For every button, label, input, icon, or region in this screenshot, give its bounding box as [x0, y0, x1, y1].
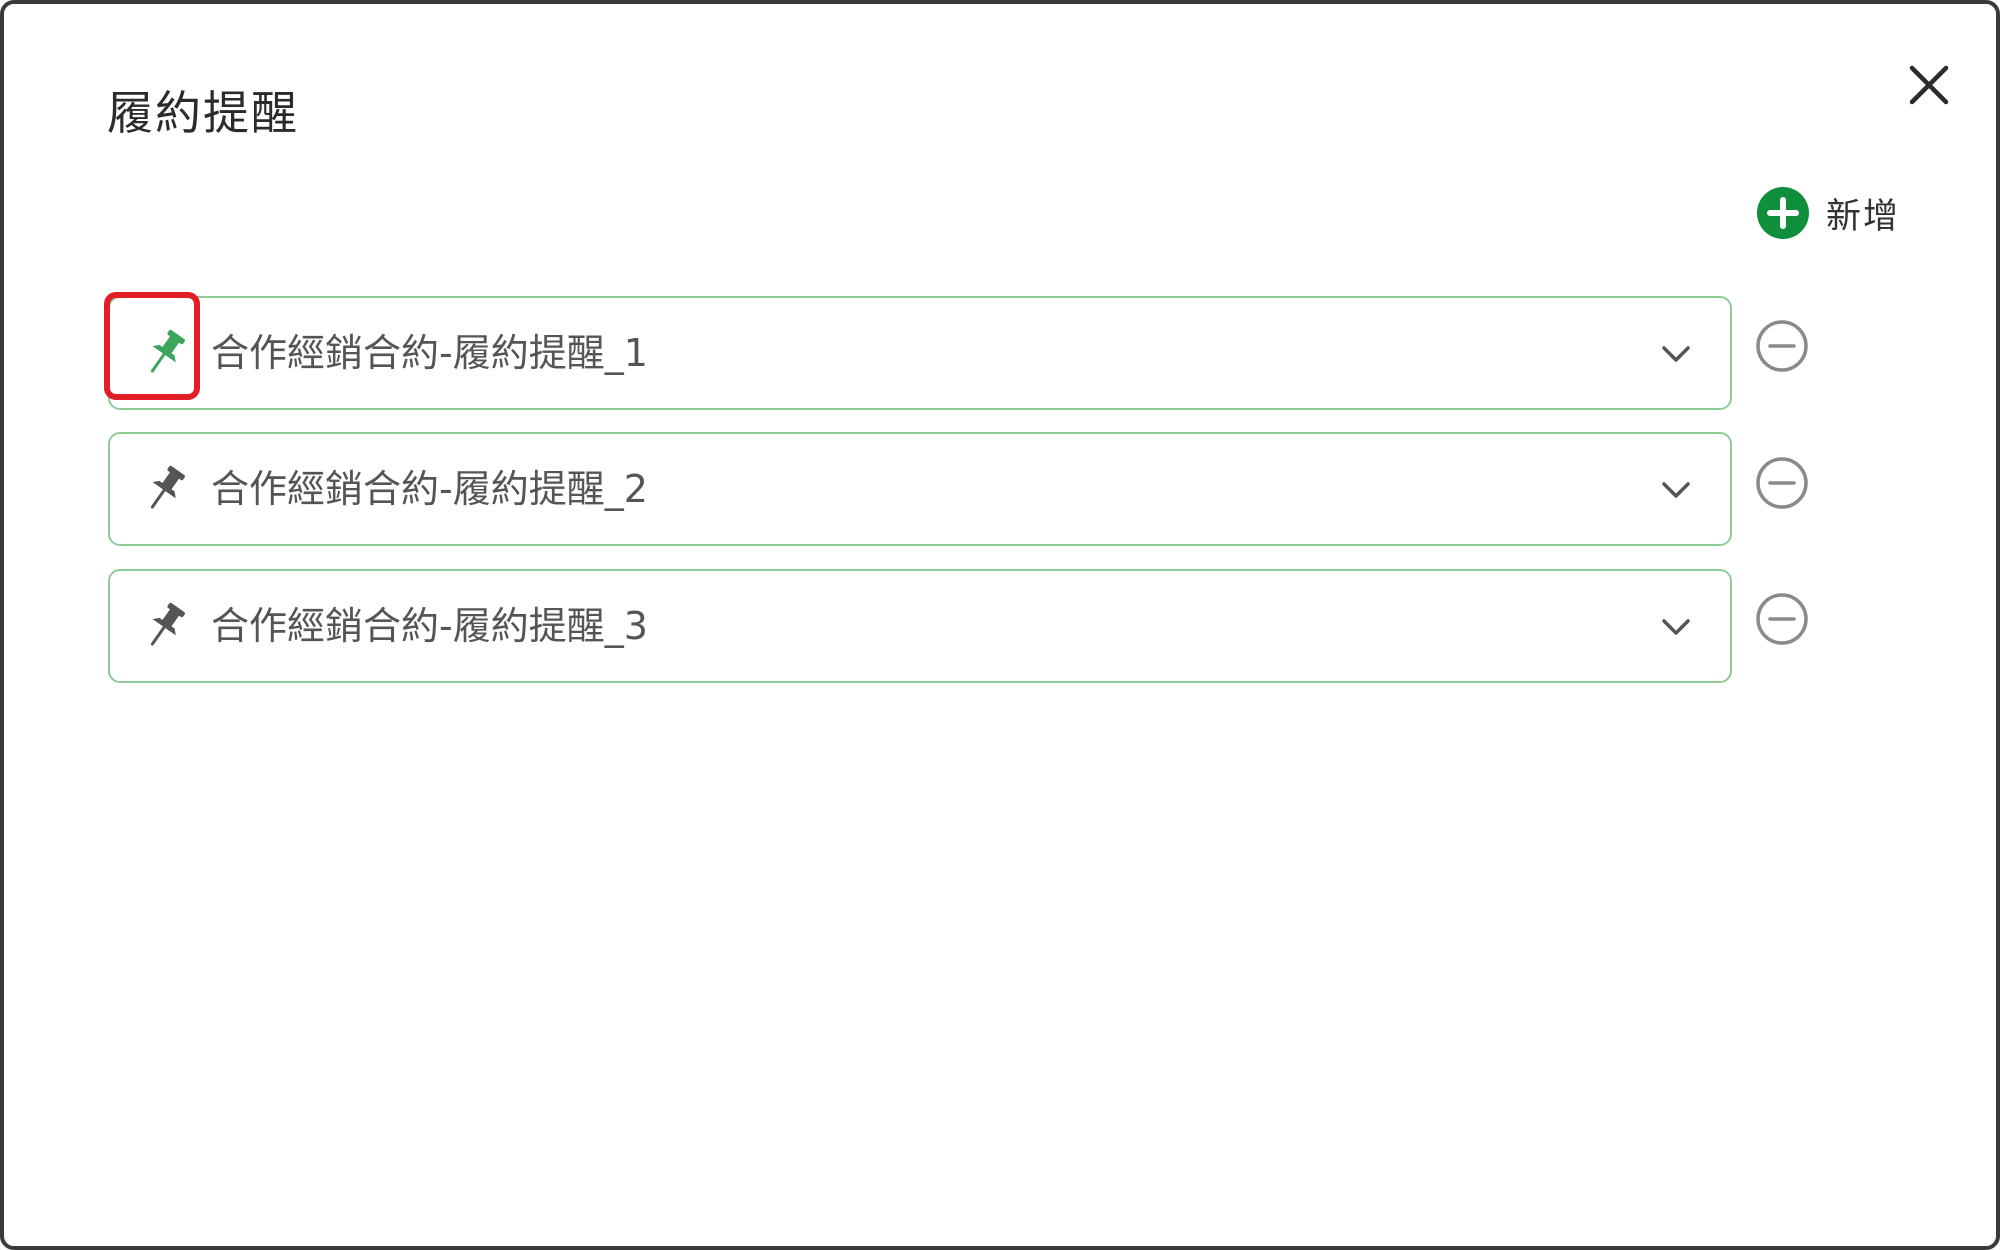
expand-button-3[interactable] — [1656, 607, 1696, 647]
expand-button-2[interactable] — [1656, 470, 1696, 510]
minus-circle-icon — [1756, 320, 1808, 372]
reminder-row-1[interactable]: 合作經銷合約-履約提醒_1 — [108, 296, 1732, 410]
chevron-down-icon — [1662, 346, 1690, 362]
minus-circle-icon — [1756, 593, 1808, 645]
expand-button-1[interactable] — [1656, 334, 1696, 374]
plus-circle-icon — [1757, 187, 1809, 239]
remove-button-2[interactable] — [1755, 456, 1809, 510]
minus-circle-icon — [1756, 457, 1808, 509]
pin-button-3[interactable] — [140, 601, 190, 651]
add-button-label: 新增 — [1826, 196, 1901, 237]
chevron-down-icon — [1662, 482, 1690, 498]
remove-button-1[interactable] — [1755, 319, 1809, 373]
pushpin-icon — [150, 602, 185, 646]
pushpin-icon — [150, 465, 185, 509]
reminder-row-2[interactable]: 合作經銷合約-履約提醒_2 — [108, 432, 1732, 546]
add-button[interactable]: 新增 — [1756, 186, 1900, 240]
reminder-label-2: 合作經銷合約-履約提醒_2 — [211, 467, 648, 511]
pin-button-2[interactable] — [140, 464, 190, 514]
reminder-label-3: 合作經銷合約-履約提醒_3 — [211, 604, 648, 648]
remove-button-3[interactable] — [1755, 592, 1809, 646]
close-icon — [1909, 65, 1949, 105]
reminder-label-1: 合作經銷合約-履約提醒_1 — [211, 331, 648, 375]
highlight-box — [104, 292, 200, 400]
dialog: 履約提醒 新增 合作經銷合約-履約提醒_1 合作經銷合約-履約提醒_2 合作經銷… — [0, 0, 2000, 1250]
reminder-row-3[interactable]: 合作經銷合約-履約提醒_3 — [108, 569, 1732, 683]
chevron-down-icon — [1662, 619, 1690, 635]
close-button[interactable] — [1906, 62, 1952, 108]
dialog-title: 履約提醒 — [107, 86, 299, 140]
